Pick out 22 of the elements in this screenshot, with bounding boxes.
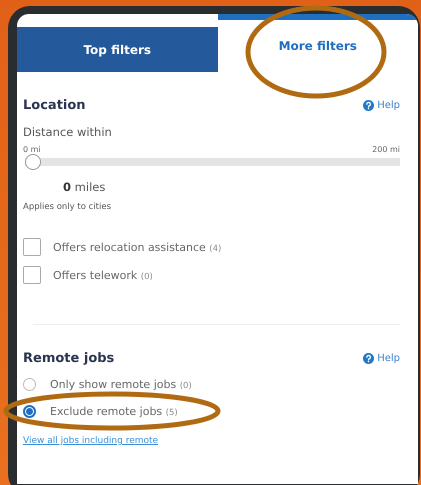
section-title: Location bbox=[23, 98, 86, 113]
option-label: Offers telework (0) bbox=[53, 268, 153, 282]
distance-note: Applies only to cities bbox=[23, 202, 112, 212]
section-title: Remote jobs bbox=[23, 351, 114, 366]
filter-tab[interactable]: Top filters bbox=[17, 14, 218, 72]
max-label: 200 mi bbox=[372, 145, 400, 154]
help-link[interactable]: Help bbox=[363, 100, 400, 111]
view-all-link[interactable]: View all jobs including remote bbox=[23, 436, 400, 446]
slider-thumb[interactable] bbox=[25, 154, 41, 170]
distance-value: 0 miles bbox=[63, 180, 106, 194]
option-label: Exclude remote jobs (5) bbox=[50, 405, 178, 418]
checkbox[interactable] bbox=[23, 266, 41, 284]
radio-button[interactable] bbox=[23, 405, 36, 418]
option-label: Offers relocation assistance (4) bbox=[53, 240, 222, 254]
radio-button[interactable] bbox=[23, 378, 36, 391]
option-label: Only show remote jobs (0) bbox=[50, 378, 192, 391]
help-icon bbox=[363, 100, 374, 111]
help-link[interactable]: Help bbox=[363, 353, 400, 364]
help-icon bbox=[363, 353, 374, 364]
min-label: 0 mi bbox=[23, 145, 41, 154]
distance-label: Distance within bbox=[23, 125, 113, 139]
checkbox[interactable] bbox=[23, 238, 41, 256]
